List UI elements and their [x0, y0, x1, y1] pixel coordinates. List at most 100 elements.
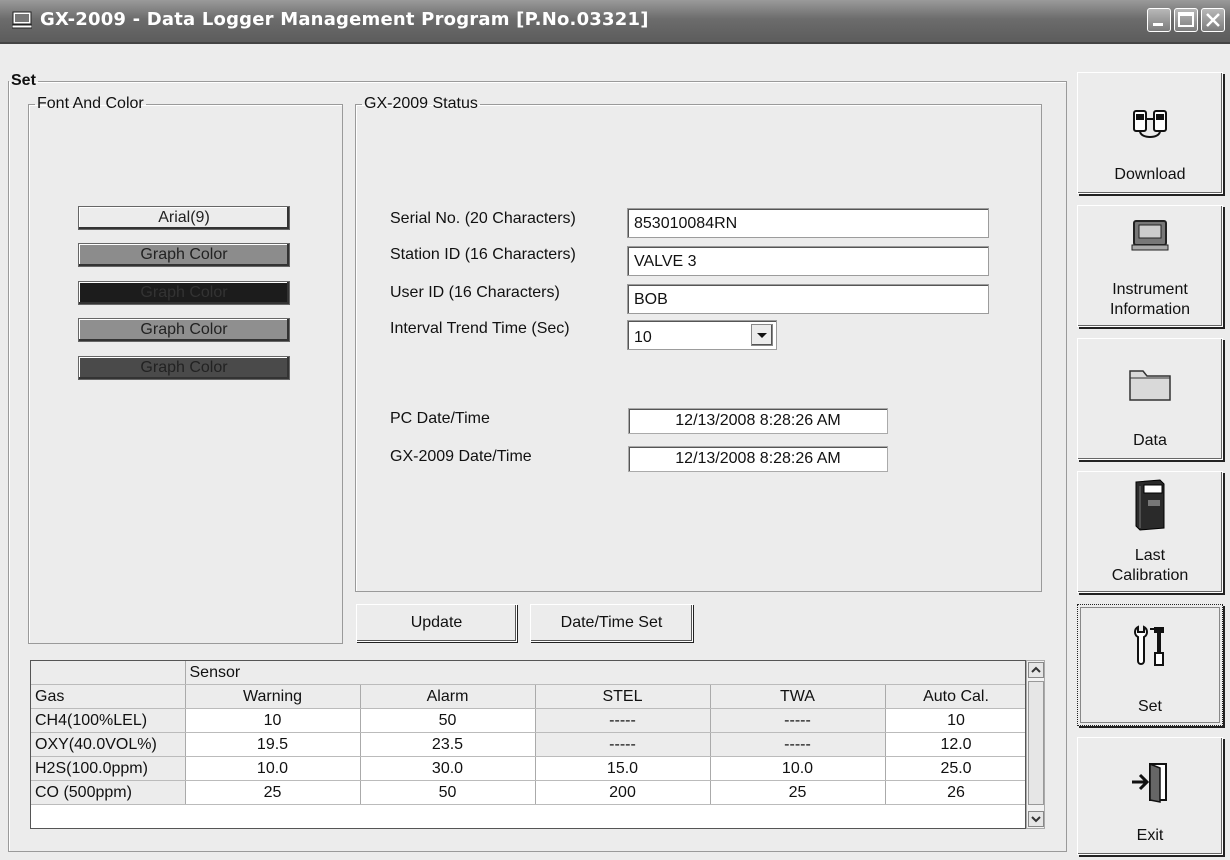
folder-icon: [1129, 370, 1171, 401]
table-cell[interactable]: 25: [710, 780, 886, 805]
exit-button[interactable]: Exit: [1077, 737, 1223, 855]
tools-icon: [1134, 625, 1164, 666]
gas-name-cell: H2S(100.0ppm): [31, 756, 186, 781]
table-cell[interactable]: 25: [185, 780, 361, 805]
serial-label: Serial No. (20 Characters): [390, 210, 576, 227]
table-group-header-row: Sensor: [31, 661, 1025, 685]
minimize-button[interactable]: [1147, 8, 1171, 32]
table-scrollbar[interactable]: [1026, 660, 1045, 829]
serial-field[interactable]: 853010084RN: [627, 208, 989, 238]
graph-color-button-3[interactable]: Graph Color: [78, 318, 290, 342]
table-row[interactable]: H2S(100.0ppm) 10.0 30.0 15.0 10.0 25.0: [31, 756, 1025, 781]
close-button[interactable]: [1201, 8, 1225, 32]
table-cell[interactable]: 10: [185, 708, 361, 733]
table-row[interactable]: CH4(100%LEL) 10 50 ----- ----- 10: [31, 708, 1025, 733]
table-corner-cell: [31, 661, 186, 685]
pc-datetime-field: 12/13/2008 8:28:26 AM: [628, 408, 888, 434]
table-cell[interactable]: 26: [885, 780, 1025, 805]
font-button[interactable]: Arial(9): [78, 206, 290, 230]
interval-value: 10: [634, 329, 652, 346]
font-color-label: Font And Color: [37, 95, 144, 112]
table-cell[interactable]: 30.0: [360, 756, 536, 781]
interval-select[interactable]: 10: [627, 320, 777, 350]
scroll-up-button[interactable]: [1028, 662, 1044, 678]
table-cell: -----: [535, 708, 711, 733]
chevron-down-icon: [757, 333, 767, 338]
maximize-icon: [1178, 12, 1194, 27]
column-header[interactable]: STEL: [535, 684, 711, 709]
sensor-table[interactable]: Sensor Gas Warning Alarm STEL TWA Auto C…: [30, 660, 1026, 829]
table-cell[interactable]: 50: [360, 780, 536, 805]
title-bar[interactable]: GX-2009 - Data Logger Management Program…: [0, 0, 1230, 44]
set-button[interactable]: Set: [1077, 604, 1223, 726]
table-row[interactable]: CO (500ppm) 25 50 200 25 26: [31, 780, 1025, 805]
minimize-icon: [1153, 23, 1163, 26]
last-calibration-button[interactable]: Last Calibration: [1077, 471, 1223, 593]
exit-label: Exit: [1136, 827, 1164, 844]
graph-color-button-4[interactable]: Graph Color: [78, 356, 290, 380]
graph-color-button-1[interactable]: Graph Color: [78, 243, 290, 267]
download-label: Download: [1114, 166, 1186, 183]
table-header-row: Gas Warning Alarm STEL TWA Auto Cal.: [31, 684, 1025, 709]
chevron-down-icon: [1031, 816, 1041, 823]
column-header[interactable]: Auto Cal.: [885, 684, 1025, 709]
pc-datetime-label: PC Date/Time: [390, 410, 490, 427]
update-button[interactable]: Update: [356, 604, 517, 642]
scroll-down-button[interactable]: [1028, 811, 1044, 827]
column-header[interactable]: Alarm: [360, 684, 536, 709]
maximize-button[interactable]: [1174, 8, 1198, 32]
station-field[interactable]: VALVE 3: [627, 246, 989, 276]
calibration-label-line-1: Last: [1134, 547, 1166, 564]
table-cell[interactable]: 19.5: [185, 732, 361, 757]
data-button[interactable]: Data: [1077, 338, 1223, 460]
column-header[interactable]: Warning: [185, 684, 361, 709]
instrument-icon: [1131, 220, 1169, 251]
exit-door-icon: [1132, 762, 1167, 803]
table-cell[interactable]: 15.0: [535, 756, 711, 781]
gx-datetime-field: 12/13/2008 8:28:26 AM: [628, 446, 888, 472]
table-cell[interactable]: 200: [535, 780, 711, 805]
instrument-information-button[interactable]: Instrument Information: [1077, 205, 1223, 327]
instrument-information-label: Instrument Information: [1078, 280, 1222, 320]
dropdown-button[interactable]: [751, 324, 773, 346]
table-cell: -----: [535, 732, 711, 757]
gas-name-cell: CO (500ppm): [31, 780, 186, 805]
graph-color-button-2[interactable]: Graph Color: [78, 281, 290, 305]
column-header[interactable]: TWA: [710, 684, 886, 709]
table-cell[interactable]: 25.0: [885, 756, 1025, 781]
interval-label: Interval Trend Time (Sec): [390, 320, 570, 337]
last-calibration-label: Last Calibration: [1078, 546, 1222, 586]
table-cell[interactable]: 10: [885, 708, 1025, 733]
chevron-up-icon: [1031, 666, 1041, 673]
gas-name-cell: CH4(100%LEL): [31, 708, 186, 733]
table-cell: -----: [710, 708, 886, 733]
scroll-thumb[interactable]: [1028, 681, 1044, 805]
set-label: Set: [1137, 698, 1162, 715]
download-icon: [1133, 110, 1167, 138]
user-field[interactable]: BOB: [627, 284, 989, 314]
gas-name-cell: OXY(40.0VOL%): [31, 732, 186, 757]
user-label: User ID (16 Characters): [390, 284, 560, 301]
close-icon: [1206, 13, 1220, 27]
station-label: Station ID (16 Characters): [390, 246, 576, 263]
status-group-label: GX-2009 Status: [364, 95, 478, 112]
table-cell[interactable]: 12.0: [885, 732, 1025, 757]
sensor-group-header: Sensor: [185, 661, 1025, 685]
table-cell[interactable]: 23.5: [360, 732, 536, 757]
calibration-label-line-2: Calibration: [1111, 567, 1189, 584]
gx-datetime-label: GX-2009 Date/Time: [390, 448, 532, 465]
instrument-label-line-2: Information: [1109, 301, 1191, 318]
table-cell[interactable]: 10.0: [710, 756, 886, 781]
table-cell[interactable]: 50: [360, 708, 536, 733]
window-title: GX-2009 - Data Logger Management Program…: [40, 9, 649, 30]
table-cell: -----: [710, 732, 886, 757]
download-button[interactable]: Download: [1077, 72, 1223, 194]
instrument-label-line-1: Instrument: [1112, 281, 1188, 298]
column-header[interactable]: Gas: [31, 684, 186, 709]
datetime-set-button[interactable]: Date/Time Set: [530, 604, 693, 642]
data-label: Data: [1133, 432, 1167, 449]
table-row[interactable]: OXY(40.0VOL%) 19.5 23.5 ----- ----- 12.0: [31, 732, 1025, 757]
set-group-label: Set: [11, 72, 36, 89]
table-cell[interactable]: 10.0: [185, 756, 361, 781]
calibration-book-icon: [1135, 479, 1165, 531]
